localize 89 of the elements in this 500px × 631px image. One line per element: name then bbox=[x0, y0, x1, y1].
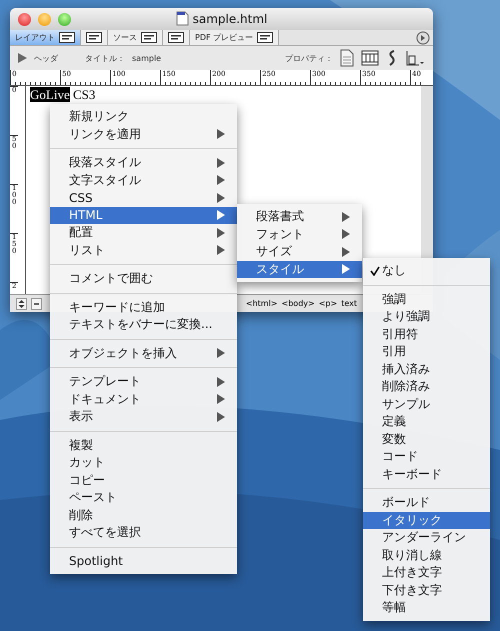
submenu-arrow-icon bbox=[217, 348, 225, 358]
menu-item[interactable]: 変数 bbox=[363, 430, 490, 448]
submenu-arrow-icon bbox=[217, 228, 225, 238]
disclosure-triangle-icon[interactable] bbox=[18, 53, 27, 63]
menu-item[interactable]: ボールド bbox=[363, 494, 490, 512]
submenu-arrow-icon bbox=[217, 210, 225, 220]
menu-item[interactable]: CSS bbox=[50, 189, 237, 206]
menu-item[interactable]: より強調 bbox=[363, 308, 490, 326]
menu-item[interactable]: 新規リンク bbox=[50, 108, 237, 126]
document-text: GoLive CS3 bbox=[30, 87, 96, 102]
menu-item[interactable]: 上付き文字 bbox=[363, 564, 490, 582]
menu-item[interactable]: 定義 bbox=[363, 413, 490, 430]
view-tab[interactable]: レイアウト bbox=[10, 30, 81, 45]
menu-item[interactable]: 挿入済み bbox=[363, 360, 490, 378]
submenu-arrow-icon bbox=[342, 246, 350, 257]
menu-item[interactable]: 配置 bbox=[50, 224, 237, 242]
menu-item[interactable]: 文字スタイル bbox=[50, 172, 237, 189]
menu-item[interactable]: リンクを適用 bbox=[50, 126, 237, 143]
menu-item[interactable]: 等幅 bbox=[363, 599, 490, 616]
view-tab[interactable] bbox=[81, 30, 108, 45]
menu-item[interactable]: サイズ bbox=[237, 243, 362, 260]
submenu-arrow-icon bbox=[217, 394, 225, 404]
view-icon bbox=[257, 32, 274, 43]
menu-item[interactable]: フォント bbox=[237, 226, 362, 243]
submenu-arrow-icon bbox=[217, 175, 225, 186]
minus-button[interactable] bbox=[31, 298, 42, 310]
menu-item[interactable]: アンダーライン bbox=[363, 529, 490, 546]
submenu-arrow-icon bbox=[217, 158, 225, 168]
submenu-arrow-icon bbox=[217, 245, 225, 256]
menu-item[interactable]: 取り消し線 bbox=[363, 546, 490, 564]
menu-item[interactable]: 複製 bbox=[50, 436, 237, 454]
view-icon bbox=[168, 32, 184, 43]
menu-item[interactable]: スタイル bbox=[237, 260, 362, 278]
submenu-arrow-icon bbox=[217, 376, 225, 387]
menu-item[interactable]: 引用 bbox=[363, 343, 490, 360]
document-icon[interactable] bbox=[340, 49, 354, 67]
menu-item[interactable]: 段落書式 bbox=[237, 208, 362, 226]
view-tab[interactable]: PDF プレビュー bbox=[190, 30, 280, 45]
tag-path-item[interactable]: <body> bbox=[282, 299, 315, 308]
file-icon bbox=[176, 11, 189, 26]
properties-label: プロパティ： bbox=[285, 52, 333, 64]
menu-item[interactable]: テンプレート bbox=[50, 373, 237, 390]
submenu-arrow-icon bbox=[342, 264, 350, 274]
title-value: sample bbox=[132, 54, 162, 62]
menu-item[interactable]: テキストをバナーに変換... bbox=[50, 316, 237, 334]
submenu-arrow-icon bbox=[342, 212, 350, 222]
menu-item[interactable]: なし bbox=[363, 262, 490, 280]
menu-item[interactable]: オブジェクトを挿入 bbox=[50, 344, 237, 362]
menu-item[interactable]: カット bbox=[50, 454, 237, 472]
submenu-arrow-icon bbox=[342, 229, 350, 240]
menu-item[interactable]: 削除済み bbox=[363, 378, 490, 396]
menu-item[interactable]: 強調 bbox=[363, 290, 490, 308]
submenu-arrow-icon bbox=[217, 129, 225, 140]
view-icon bbox=[86, 32, 102, 43]
menu-item[interactable]: 下付き文字 bbox=[363, 582, 490, 599]
menu-item[interactable]: 削除 bbox=[50, 506, 237, 524]
menu-item[interactable]: Spotlight bbox=[50, 552, 237, 570]
toolbar-toggle-button[interactable] bbox=[416, 30, 430, 44]
menu-item[interactable]: ペースト bbox=[50, 489, 237, 506]
view-tab[interactable] bbox=[163, 30, 190, 45]
view-icon bbox=[141, 32, 157, 43]
menu-item[interactable]: コメントで囲む bbox=[50, 270, 237, 288]
view-icon bbox=[59, 32, 75, 43]
tag-path-item[interactable]: <p> bbox=[318, 299, 338, 308]
menu-item[interactable]: 段落スタイル bbox=[50, 154, 237, 172]
title-label: タイトル： bbox=[85, 52, 125, 64]
menu-item[interactable]: ドキュメント bbox=[50, 390, 237, 408]
menu-item[interactable]: キーワードに追加 bbox=[50, 298, 237, 316]
menu-item[interactable]: HTML bbox=[50, 206, 237, 224]
film-icon[interactable] bbox=[361, 50, 379, 66]
tag-path-item[interactable]: text bbox=[341, 299, 357, 308]
submenu-arrow-icon bbox=[217, 412, 225, 422]
header-label: ヘッダ bbox=[34, 52, 58, 64]
menu-item[interactable]: イタリック bbox=[363, 512, 490, 529]
menu-item[interactable]: リスト bbox=[50, 242, 237, 259]
align-icon[interactable] bbox=[405, 50, 425, 66]
menu-item[interactable]: キーボード bbox=[363, 466, 490, 483]
menu-item[interactable]: すべてを選択 bbox=[50, 524, 237, 542]
tag-path-item[interactable]: <html> bbox=[246, 299, 278, 308]
menu-item[interactable]: コピー bbox=[50, 472, 237, 489]
menu-item[interactable]: サンプル bbox=[363, 396, 490, 413]
close-button[interactable] bbox=[18, 12, 31, 26]
submenu-arrow-icon bbox=[217, 192, 225, 203]
menu-item[interactable]: 引用符 bbox=[363, 326, 490, 343]
view-tab[interactable]: ソース bbox=[108, 30, 163, 45]
menu-item[interactable]: 表示 bbox=[50, 408, 237, 426]
window-title: sample.html bbox=[192, 12, 268, 26]
stepper-button[interactable] bbox=[16, 298, 27, 310]
menu-item[interactable]: コード bbox=[363, 448, 490, 466]
